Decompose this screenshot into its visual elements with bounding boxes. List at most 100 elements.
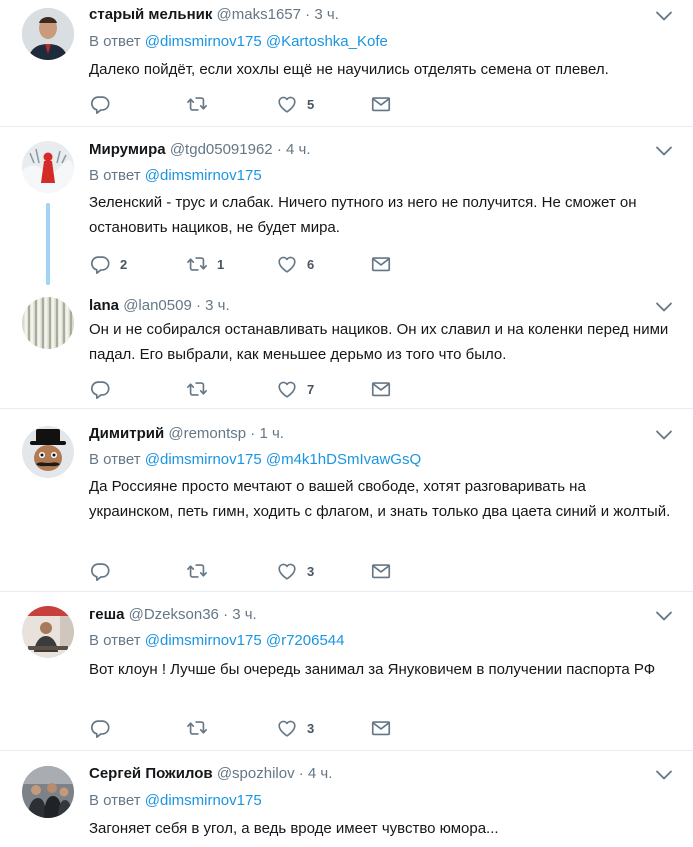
reply-button[interactable] <box>89 93 120 115</box>
mention-link[interactable]: @r7206544 <box>266 632 345 649</box>
direct-message-button[interactable] <box>370 253 392 275</box>
reply-icon <box>89 378 111 400</box>
direct-message-button[interactable] <box>370 717 392 739</box>
author-handle[interactable]: @maks1657 <box>217 6 301 23</box>
chevron-down-icon[interactable] <box>655 609 673 623</box>
like-count: 3 <box>307 563 315 579</box>
author-name[interactable]: Мирумира <box>89 141 166 158</box>
retweet-icon <box>186 717 208 739</box>
timestamp[interactable]: 3 ч. <box>232 606 257 623</box>
reply-button[interactable] <box>89 560 120 582</box>
action-bar: 3 <box>89 717 409 739</box>
reply-button[interactable]: 2 <box>89 253 127 275</box>
action-bar: 3 <box>89 560 409 582</box>
separator-dot: · <box>223 606 229 623</box>
retweet-button[interactable] <box>186 378 217 400</box>
avatar[interactable] <box>22 606 74 658</box>
envelope-icon <box>370 253 392 275</box>
reply-button[interactable] <box>89 717 120 739</box>
timestamp[interactable]: 4 ч. <box>286 141 311 158</box>
mention-link[interactable]: @m4k1hDSmIvawGsQ <box>266 451 421 468</box>
reply-context: В ответ @dimsmirnov175 <box>89 167 262 185</box>
chevron-down-icon[interactable] <box>655 768 673 782</box>
mention-link[interactable]: @dimsmirnov175 <box>145 167 262 184</box>
avatar[interactable] <box>22 8 74 60</box>
envelope-icon <box>370 560 392 582</box>
like-button[interactable]: 3 <box>276 560 314 582</box>
retweet-button[interactable]: 1 <box>186 253 224 275</box>
tweet-text: Да Россияне просто мечтают о вашей свобо… <box>89 478 671 520</box>
author-handle[interactable]: @tgd05091962 <box>170 141 273 158</box>
author-handle[interactable]: @spozhilov <box>217 765 295 782</box>
retweet-icon <box>186 560 208 582</box>
tweet-text: Вот клоун ! Лучше бы очередь занимал за … <box>89 661 656 678</box>
author-handle[interactable]: @remontsp <box>168 425 246 442</box>
timestamp[interactable]: 1 ч. <box>259 425 284 442</box>
like-button[interactable]: 3 <box>276 717 314 739</box>
timestamp[interactable]: 3 ч. <box>205 297 230 314</box>
direct-message-button[interactable] <box>370 378 392 400</box>
author-name[interactable]: Димитрий <box>89 425 164 442</box>
tweet-5[interactable]: Сергей Пожилов @spozhilov · 4 ч. В ответ… <box>0 751 693 847</box>
heart-icon <box>276 378 298 400</box>
avatar-photo <box>22 606 74 658</box>
reply-count: 2 <box>120 256 128 272</box>
author-handle[interactable]: @lan0509 <box>123 297 192 314</box>
retweet-count: 1 <box>217 256 225 272</box>
like-button[interactable]: 6 <box>276 253 314 275</box>
mention-link[interactable]: @dimsmirnov175 <box>145 451 262 468</box>
avatar[interactable] <box>22 426 74 478</box>
heart-icon <box>276 93 298 115</box>
tweet-4[interactable]: геша @Dzekson36 · 3 ч. В ответ @dimsmirn… <box>0 592 693 750</box>
avatar-photo <box>22 766 74 818</box>
like-button[interactable]: 5 <box>276 93 314 115</box>
reply-icon <box>89 560 111 582</box>
tweet-text: Он и не собирался останавливать нациков.… <box>89 321 669 363</box>
mention-link[interactable]: @Kartoshka_Kofe <box>266 33 388 50</box>
chevron-down-icon[interactable] <box>655 428 673 442</box>
avatar[interactable] <box>22 766 74 818</box>
timestamp[interactable]: 3 ч. <box>314 6 339 23</box>
timestamp[interactable]: 4 ч. <box>308 765 333 782</box>
reply-icon <box>89 93 111 115</box>
chevron-down-icon[interactable] <box>655 300 673 314</box>
like-count: 5 <box>307 96 315 112</box>
author-name[interactable]: старый мельник <box>89 6 212 23</box>
separator-dot: · <box>276 141 282 158</box>
tweet-2[interactable]: lana @lan0509 · 3 ч. Он и не собирался о… <box>0 285 693 407</box>
reply-button[interactable] <box>89 378 120 400</box>
heart-icon <box>276 560 298 582</box>
envelope-icon <box>370 93 392 115</box>
tweet-text: Зеленский - трус и слабак. Ничего путног… <box>89 194 637 236</box>
author-name[interactable]: lana <box>89 297 119 314</box>
chevron-down-icon[interactable] <box>655 9 673 23</box>
chevron-down-icon[interactable] <box>655 144 673 158</box>
avatar[interactable] <box>22 297 74 349</box>
mention-link[interactable]: @dimsmirnov175 <box>145 792 262 809</box>
like-count: 7 <box>307 381 315 397</box>
reply-icon <box>89 253 111 275</box>
author-name[interactable]: геша <box>89 606 124 623</box>
tweet-1[interactable]: Мирумира @tgd05091962 · 4 ч. В ответ @di… <box>0 127 693 285</box>
direct-message-button[interactable] <box>370 93 392 115</box>
retweet-icon <box>186 93 208 115</box>
retweet-button[interactable] <box>186 717 217 739</box>
action-bar: 2 1 6 <box>89 253 409 275</box>
reply-context: В ответ @dimsmirnov175 @Kartoshka_Kofe <box>89 33 388 51</box>
tweet-text: Далеко пойдёт, если хохлы ещё не научили… <box>89 61 609 78</box>
like-button[interactable]: 7 <box>276 378 314 400</box>
author-handle[interactable]: @Dzekson36 <box>129 606 219 623</box>
author-name[interactable]: Сергей Пожилов <box>89 765 213 782</box>
mention-link[interactable]: @dimsmirnov175 <box>145 33 262 50</box>
avatar[interactable] <box>22 141 74 193</box>
tweet-0[interactable]: старый мельник @maks1657 · 3 ч. В ответ … <box>0 0 693 126</box>
direct-message-button[interactable] <box>370 560 392 582</box>
tweet-3[interactable]: Димитрий @remontsp · 1 ч. В ответ @dimsm… <box>0 409 693 591</box>
avatar-photo <box>22 426 74 478</box>
retweet-button[interactable] <box>186 560 217 582</box>
like-count: 3 <box>307 720 315 736</box>
mention-link[interactable]: @dimsmirnov175 <box>145 632 262 649</box>
envelope-icon <box>370 378 392 400</box>
avatar-photo <box>22 297 74 349</box>
retweet-button[interactable] <box>186 93 217 115</box>
